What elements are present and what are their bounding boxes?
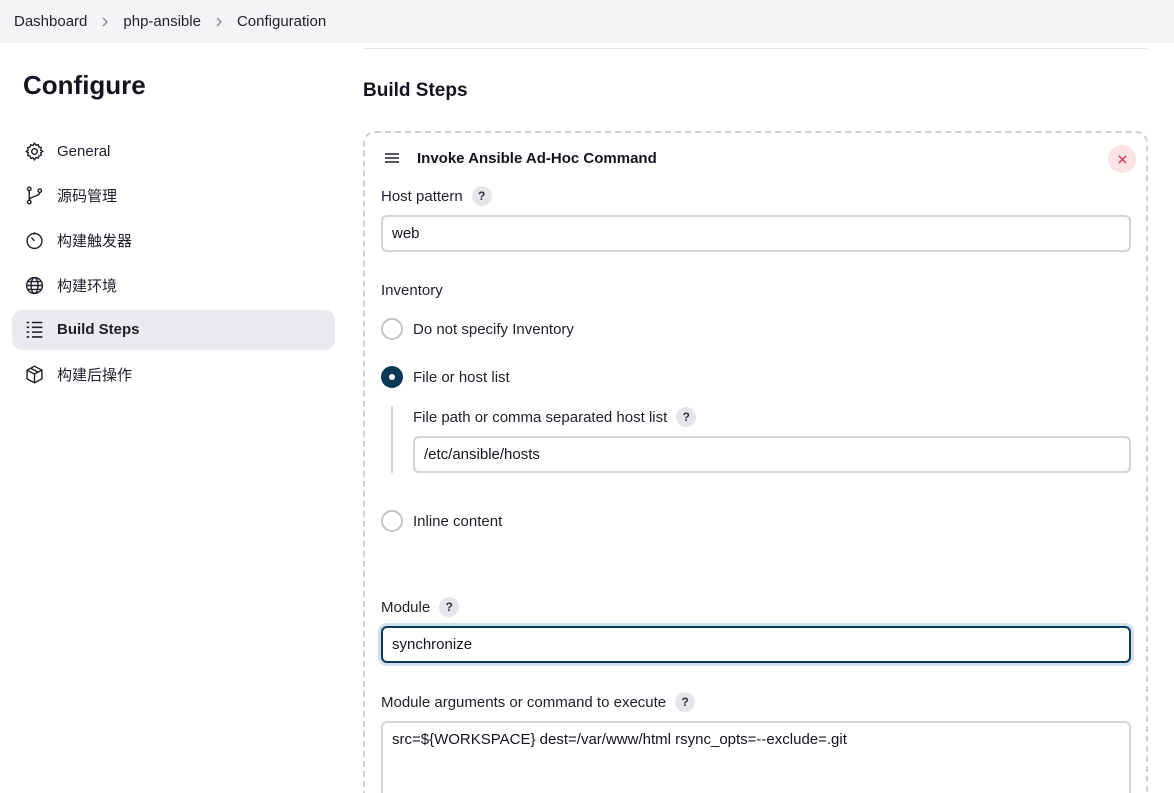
page-title: Configure [23,70,146,100]
build-step-card: Invoke Ansible Ad-Hoc Command Host patte… [363,131,1148,793]
list-icon [23,319,45,341]
step-title: Invoke Ansible Ad-Hoc Command [417,150,657,167]
breadcrumb-project[interactable]: php-ansible [123,13,201,30]
sidebar-item-label: General [57,142,111,160]
sidebar-item-label: 构建后操作 [57,366,133,384]
sidebar-item-environment[interactable]: 构建环境 [12,265,335,305]
sidebar-item-label: 构建环境 [57,277,118,295]
module-label: Module ? [381,597,460,617]
file-path-input[interactable] [413,436,1131,473]
drag-handle-icon[interactable] [383,151,401,165]
radio-label: Inline content [413,512,503,530]
help-icon[interactable]: ? [675,692,696,712]
breadcrumb: Dashboard php-ansible Configuration [0,0,1174,43]
radio-button[interactable] [381,318,403,340]
gear-icon [23,140,45,162]
help-icon[interactable]: ? [471,186,492,206]
radio-button[interactable] [381,366,403,388]
breadcrumb-configuration[interactable]: Configuration [237,13,326,30]
sidebar-item-post-build[interactable]: 构建后操作 [12,354,335,394]
timer-icon [23,229,45,251]
module-args-textarea[interactable]: src=${WORKSPACE} dest=/var/www/html rsyn… [381,721,1131,793]
radio-inline-content[interactable]: Inline content [381,510,502,532]
module-args-label-text: Module arguments or command to execute [381,693,667,711]
close-icon [1117,154,1127,164]
file-path-label-text: File path or comma separated host list [413,408,668,426]
help-icon[interactable]: ? [439,597,460,617]
chevron-right-icon [201,17,237,27]
module-label-text: Module [381,598,431,616]
host-pattern-label-text: Host pattern [381,187,463,205]
host-pattern-input[interactable] [381,215,1131,252]
file-path-label: File path or comma separated host list ? [413,407,697,427]
globe-icon [23,274,45,296]
radio-label: File or host list [413,368,510,386]
radio-button[interactable] [381,510,403,532]
inventory-label: Inventory [381,282,443,299]
radio-label: Do not specify Inventory [413,320,574,338]
branch-icon [23,185,45,207]
sidebar-item-triggers[interactable]: 构建触发器 [12,220,335,260]
help-icon[interactable]: ? [676,407,697,427]
host-pattern-label: Host pattern ? [381,186,492,206]
sidebar-nav: General 源码管理 构建触发器 构建环境 Build Steps 构建后操… [12,131,335,399]
radio-no-inventory[interactable]: Do not specify Inventory [381,318,574,340]
delete-step-button[interactable] [1108,145,1136,173]
module-input[interactable] [381,626,1131,663]
nested-indent-bar [391,406,393,473]
section-title: Build Steps [363,80,468,101]
sidebar-item-label: 源码管理 [57,188,118,206]
chevron-right-icon [87,17,123,27]
sidebar-item-source[interactable]: 源码管理 [12,176,335,216]
sidebar-item-general[interactable]: General [12,131,335,171]
sidebar-item-label: 构建触发器 [57,232,133,250]
radio-file-or-host-list[interactable]: File or host list [381,366,510,388]
sidebar-item-build-steps[interactable]: Build Steps [12,309,335,350]
module-args-label: Module arguments or command to execute ? [381,692,696,712]
divider [363,48,1147,49]
sidebar-item-label: Build Steps [57,321,140,339]
breadcrumb-dashboard[interactable]: Dashboard [14,13,87,30]
package-icon [23,363,45,385]
